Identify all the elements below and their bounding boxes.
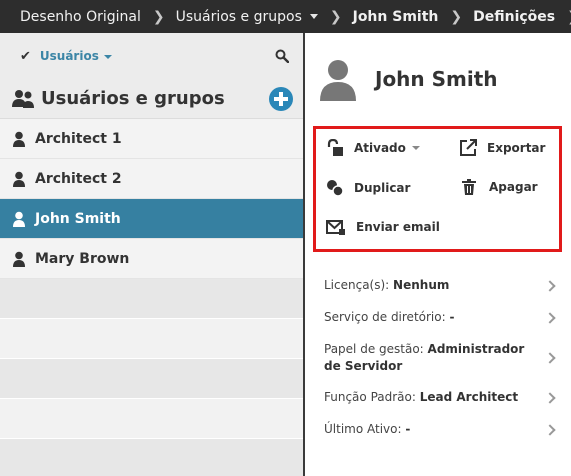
caret-down-icon bbox=[411, 146, 420, 150]
empty-row bbox=[0, 279, 303, 319]
chevron-right-icon: ❯ bbox=[450, 8, 463, 25]
chevron-right-icon bbox=[544, 312, 556, 324]
search-icon[interactable] bbox=[275, 49, 289, 63]
filter-bar: ✔ Usuários bbox=[0, 33, 303, 79]
chevron-right-icon: ❯ bbox=[567, 9, 571, 25]
chevron-right-icon bbox=[544, 280, 556, 292]
delete-label: Apagar bbox=[489, 180, 538, 194]
user-label: Architect 1 bbox=[35, 130, 122, 147]
avatar-icon bbox=[320, 60, 356, 101]
detail-row-license[interactable]: Licença(s): Nenhum bbox=[305, 277, 571, 294]
actions-box: Ativado Exportar Duplicar Apagar Enviar … bbox=[313, 126, 562, 252]
duplicate-label: Duplicar bbox=[354, 181, 411, 195]
user-label: Mary Brown bbox=[35, 250, 130, 267]
user-list-item[interactable]: Mary Brown bbox=[0, 239, 303, 279]
chevron-right-icon: ❯ bbox=[329, 8, 342, 25]
filter-label: Usuários bbox=[39, 49, 99, 63]
breadcrumb-item-users-groups[interactable]: Usuários e grupos bbox=[176, 9, 318, 25]
status-label: Ativado bbox=[354, 141, 406, 155]
empty-row bbox=[0, 359, 303, 399]
user-details: Licença(s): Nenhum Serviço de diretório:… bbox=[305, 269, 571, 438]
filter-dropdown[interactable]: Usuários bbox=[40, 49, 112, 63]
breadcrumb-bar: Desenho Original ❯ Usuários e grupos ❯ J… bbox=[0, 0, 571, 33]
detail-row-management-role[interactable]: Papel de gestão: Administrador de Servid… bbox=[305, 341, 571, 375]
user-list-item-selected[interactable]: John Smith bbox=[0, 199, 303, 239]
user-label: John Smith bbox=[35, 210, 121, 227]
group-title: Usuários e grupos bbox=[41, 88, 225, 109]
breadcrumb-item-home[interactable]: Desenho Original bbox=[20, 9, 141, 25]
delete-button[interactable]: Apagar bbox=[462, 179, 538, 195]
detail-row-default-function[interactable]: Função Padrão: Lead Architect bbox=[305, 389, 571, 406]
empty-row bbox=[0, 399, 303, 439]
caret-down-icon bbox=[103, 55, 112, 59]
chevron-right-icon bbox=[544, 352, 556, 364]
user-list: Architect 1 Architect 2 John Smith Mary … bbox=[0, 119, 303, 476]
user-list-item[interactable]: Architect 2 bbox=[0, 159, 303, 199]
status-dropdown[interactable]: Ativado bbox=[326, 139, 420, 157]
duplicate-icon bbox=[327, 180, 344, 197]
chevron-right-icon bbox=[544, 424, 556, 436]
check-icon: ✔ bbox=[20, 48, 31, 64]
user-list-item[interactable]: Architect 1 bbox=[0, 119, 303, 159]
group-header: Usuários e grupos bbox=[0, 79, 303, 119]
user-icon bbox=[13, 171, 25, 187]
export-button[interactable]: Exportar bbox=[459, 139, 545, 157]
trash-icon bbox=[462, 179, 476, 195]
detail-row-directory-service[interactable]: Serviço de diretório: - bbox=[305, 309, 571, 326]
export-label: Exportar bbox=[487, 141, 546, 155]
empty-row bbox=[0, 319, 303, 359]
user-name-title: John Smith bbox=[375, 67, 498, 91]
external-link-icon bbox=[460, 139, 477, 156]
chevron-right-icon bbox=[544, 392, 556, 404]
caret-down-icon bbox=[309, 14, 318, 19]
duplicate-button[interactable]: Duplicar bbox=[326, 179, 410, 197]
users-group-icon bbox=[12, 89, 34, 108]
detail-row-last-active[interactable]: Último Ativo: - bbox=[305, 421, 571, 438]
email-icon bbox=[326, 220, 345, 235]
empty-row bbox=[0, 439, 303, 476]
user-detail-panel: John Smith Ativado Exportar Duplicar Apa… bbox=[305, 33, 571, 476]
breadcrumb-item-settings[interactable]: Definições bbox=[473, 9, 555, 25]
user-icon bbox=[13, 211, 25, 227]
chevron-right-icon: ❯ bbox=[152, 8, 165, 25]
plus-circle-icon[interactable] bbox=[269, 87, 293, 111]
user-label: Architect 2 bbox=[35, 170, 122, 187]
unlock-icon bbox=[327, 139, 343, 156]
breadcrumb-item-user[interactable]: John Smith bbox=[353, 9, 439, 25]
user-icon bbox=[13, 251, 25, 267]
send-email-button[interactable]: Enviar email bbox=[326, 219, 440, 235]
users-panel: ✔ Usuários Usuários e grupos Architect 1… bbox=[0, 33, 303, 476]
user-icon bbox=[13, 131, 25, 147]
email-label: Enviar email bbox=[356, 220, 440, 234]
